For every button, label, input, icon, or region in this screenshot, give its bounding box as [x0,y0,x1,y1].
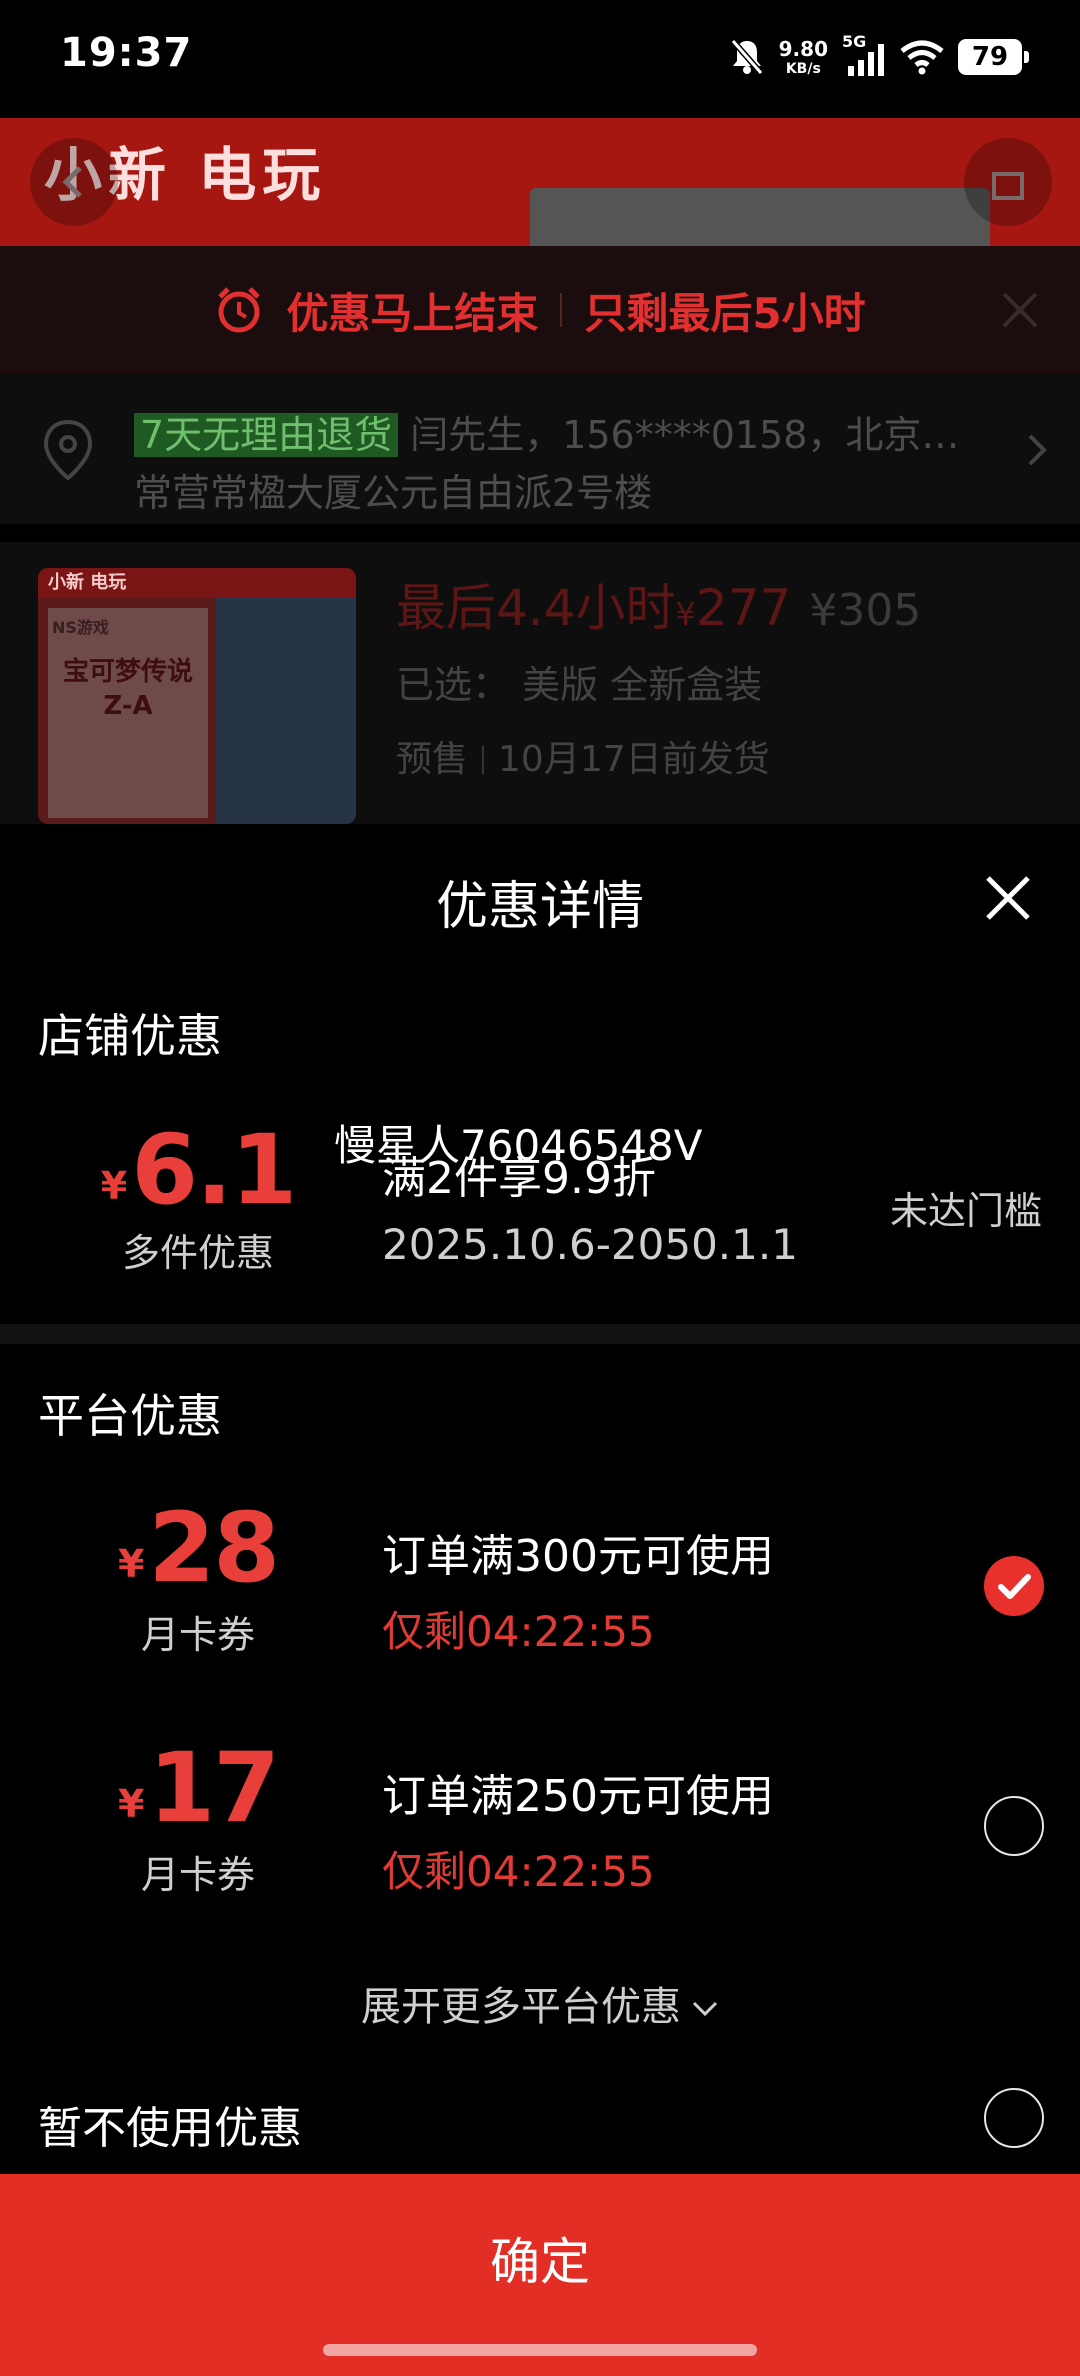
cellular-signal: 5G [842,32,886,78]
checkmark-icon [998,1574,1031,1599]
battery-indicator: 79 [958,39,1029,75]
platform-coupon-timer: 仅剩04:22:55 [382,1607,655,1656]
expand-more-label: 展开更多平台优惠 [361,1984,681,2030]
countdown-label: 最后4.4小时 [396,579,676,637]
network-speed: 9.80 KB/s [779,39,828,76]
share-button[interactable] [964,138,1052,226]
no-coupon-option-label: 暂不使用优惠 [38,2103,302,2154]
close-banner-icon[interactable] [1000,290,1040,330]
section-divider [0,1324,1080,1344]
platform-coupon-currency: ¥ [117,1542,145,1586]
thumbnail-game-art [216,598,356,824]
platform-coupon-timer: 仅剩04:22:55 [382,1847,655,1896]
platform-coupon-condition: 订单满300元可使用 [382,1531,774,1582]
back-arrow-icon [62,166,82,198]
thumbnail-platform: NS游戏 [52,618,109,637]
promo-ending-text: 优惠马上结束 [286,288,539,338]
banner-divider [560,293,563,327]
platform-discount-title: 平台优惠 [38,1389,222,1443]
selected-spec: 已选： 美版 全新盒装 [396,654,762,709]
shipping-address: 7天无理由退货 闫先生，156****0158，北京… 常营常楹大厦公元自由派2号… [0,374,1080,524]
promo-ending-banner: 优惠马上结束 只剩最后5小时 [0,246,1080,374]
selected-spec-label: 已选： [396,663,511,707]
share-icon [992,172,1024,200]
platform-coupon-value: 17 [148,1732,280,1844]
address-recipient: 闫先生，156****0158，北京… [410,413,960,457]
platform-coupon-amount: ¥28 [78,1492,318,1604]
store-coupon-currency: ¥ [100,1164,128,1208]
platform-coupon-currency: ¥ [117,1782,145,1826]
expand-more-platform-discounts[interactable]: 展开更多平台优惠 [0,1974,1080,2032]
store-coupon-validity: 2025.10.6-2050.1.1 [382,1220,798,1269]
ship-date: 10月17日前发货 [498,739,770,780]
shipping-info: 预售 10月17日前发货 [396,730,770,782]
platform-coupon-type: 月卡券 [140,1613,255,1657]
store-coupon-value: 6.1 [131,1114,297,1226]
coupon-unselected-radio[interactable] [984,1796,1044,1856]
store-coupon-type: 多件优惠 [121,1231,274,1275]
status-indicators: 9.80 KB/s 5G 79 [729,32,1029,80]
store-discount-title: 店铺优惠 [38,1009,222,1063]
presale-label: 预售 [396,739,469,780]
background-page: 小新 电玩 优惠马上结束 只剩最后5小时 7天无理由退货 闫先生，156****… [0,118,1080,824]
mute-bell-icon [730,39,763,75]
thumbnail-title: 宝可梦传说 Z-A [62,657,193,721]
status-time: 19:37 [60,30,193,76]
close-icon[interactable] [978,868,1038,928]
return-policy-tag: 7天无理由退货 [134,413,399,457]
platform-coupon-value: 28 [148,1492,280,1604]
platform-coupon-amount: ¥17 [78,1732,318,1844]
promo-remaining-text: 只剩最后5小时 [584,288,866,338]
platform-coupon-condition: 订单满250元可使用 [382,1771,774,1822]
overlay-user-label: 慢星人76046548V [334,1121,703,1170]
threshold-status: 未达门槛 [889,1189,1042,1233]
thumbnail-brand: 小新 电玩 [38,568,356,598]
location-pin-icon [43,419,93,481]
home-indicator[interactable] [323,2344,757,2356]
price-currency: ¥ [675,595,696,633]
signal-bars-icon [848,44,884,76]
address-recipient-line: 7天无理由退货 闫先生，156****0158，北京… [134,404,994,459]
price-line: 最后4.4小时¥277 ¥305 [396,568,921,640]
sheet-title: 优惠详情 [435,877,644,937]
address-detail: 常营常楹大厦公元自由派2号楼 [134,471,653,515]
product-thumbnail: 小新 电玩 NS游戏 宝可梦传说 Z-A [38,568,356,824]
discount-details-sheet: 优惠详情 店铺优惠 ¥6.1 多件优惠 满2件享9.9折 2025.10.6-2… [0,824,1080,2376]
chevron-down-icon [692,2001,718,2017]
original-price: ¥305 [809,585,922,636]
no-coupon-radio[interactable] [984,2088,1044,2148]
network-speed-unit: KB/s [785,60,821,77]
chevron-right-icon [1028,434,1047,466]
hero-product-image [530,188,990,246]
wifi-icon [900,40,944,75]
platform-coupon-type: 月卡券 [140,1853,255,1897]
product-hero-banner: 小新 电玩 [0,118,1080,246]
store-coupon-amount: ¥6.1 [78,1114,318,1226]
sale-price: 277 [695,579,792,637]
selected-spec-value: 美版 全新盒装 [522,663,763,707]
coupon-selected-checkbox[interactable] [984,1556,1044,1616]
network-speed-value: 9.80 [778,36,828,61]
status-bar: 19:37 9.80 KB/s 5G 79 [0,0,1080,118]
product-summary: 小新 电玩 NS游戏 宝可梦传说 Z-A 最后4.4小时¥277 ¥305 已选：… [0,542,1080,824]
alarm-clock-icon [218,287,261,333]
back-button[interactable] [30,138,118,226]
